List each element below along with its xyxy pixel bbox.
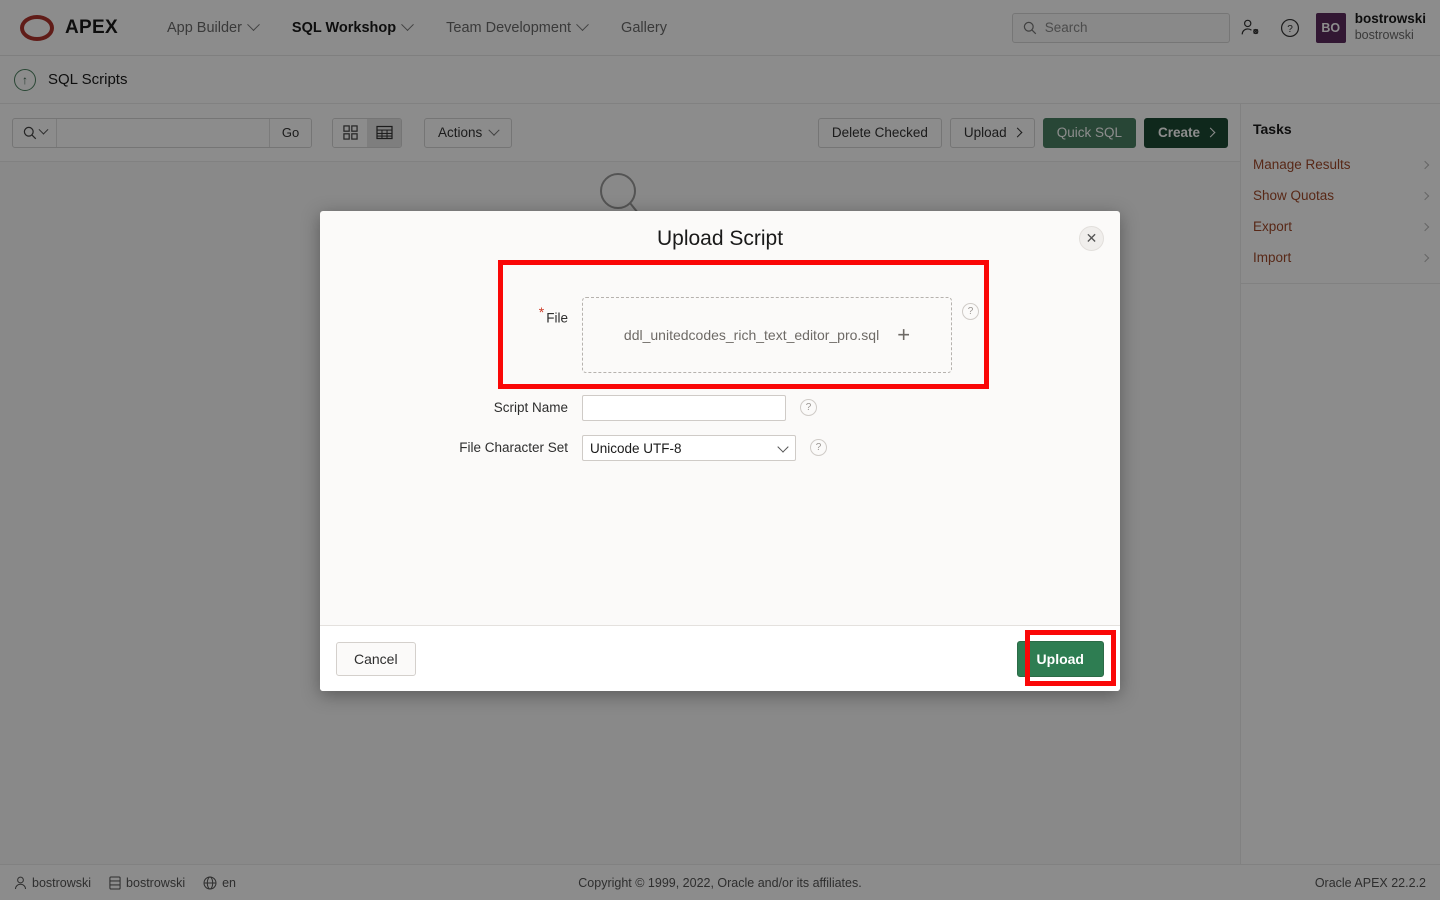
plus-icon[interactable]: + (897, 324, 910, 346)
file-dropzone[interactable]: ddl_unitedcodes_rich_text_editor_pro.sql… (582, 297, 952, 373)
charset-help-icon[interactable]: ? (810, 439, 827, 456)
charset-select[interactable]: Unicode UTF-8 (582, 435, 796, 461)
dialog-title: Upload Script (320, 211, 1120, 251)
script-name-help-icon[interactable]: ? (800, 399, 817, 416)
script-name-label: Script Name (344, 395, 582, 415)
file-help-icon[interactable]: ? (962, 303, 979, 320)
charset-value: Unicode UTF-8 (582, 435, 796, 461)
dialog-footer: Cancel Upload (320, 625, 1120, 691)
charset-field-row: File Character Set Unicode UTF-8 ? (344, 435, 1096, 461)
required-marker: * (539, 304, 544, 320)
upload-submit-button[interactable]: Upload (1017, 641, 1104, 677)
dialog-header: Upload Script ✕ (320, 211, 1120, 269)
charset-label: File Character Set (344, 435, 582, 455)
cancel-button[interactable]: Cancel (336, 642, 416, 676)
dialog-body: *File ddl_unitedcodes_rich_text_editor_p… (320, 269, 1120, 625)
file-label-text: File (546, 311, 568, 326)
file-field-row: *File ddl_unitedcodes_rich_text_editor_p… (344, 297, 1096, 373)
script-name-input[interactable] (582, 395, 786, 421)
file-field-label: *File (344, 297, 582, 326)
close-icon[interactable]: ✕ (1079, 226, 1104, 251)
file-name: ddl_unitedcodes_rich_text_editor_pro.sql (624, 327, 879, 343)
script-name-field-row: Script Name ? (344, 395, 1096, 421)
upload-script-dialog: Upload Script ✕ *File ddl_unitedcodes_ri… (320, 211, 1120, 691)
